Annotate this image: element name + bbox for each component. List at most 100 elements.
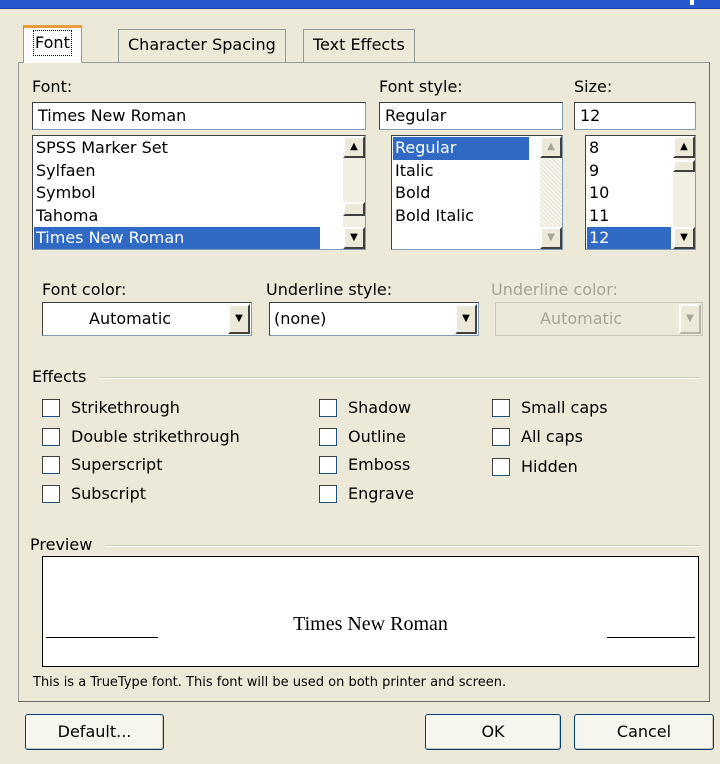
- font-list-item[interactable]: SPSS Marker Set: [34, 137, 320, 160]
- underline-style-label: Underline style:: [266, 280, 393, 299]
- subscript-label: Subscript: [71, 484, 147, 503]
- effects-divider: [99, 377, 699, 379]
- dropdown-arrow-icon: ▼: [679, 304, 701, 334]
- outline-checkbox[interactable]: Outline: [319, 427, 406, 446]
- size-list-item[interactable]: 10: [587, 182, 671, 205]
- tab-font[interactable]: Font: [23, 25, 82, 63]
- all-caps-checkbox[interactable]: All caps: [492, 427, 583, 446]
- double-strikethrough-checkbox[interactable]: Double strikethrough: [42, 427, 240, 446]
- outline-label: Outline: [348, 427, 406, 446]
- hidden-checkbox[interactable]: Hidden: [492, 457, 578, 476]
- scroll-thumb[interactable]: [673, 160, 695, 172]
- preview-left-rule: [46, 637, 158, 638]
- checkbox-box[interactable]: [319, 398, 337, 417]
- preview-label: Preview: [30, 535, 93, 554]
- dropdown-arrow-icon[interactable]: ▼: [455, 304, 477, 334]
- dropdown-arrow-icon[interactable]: ▼: [228, 304, 250, 334]
- size-list-scrollbar[interactable]: ▲ ▼: [673, 136, 695, 249]
- font-style-scrollbar: ▲ ▼: [540, 136, 562, 249]
- small-caps-label: Small caps: [521, 398, 608, 417]
- scroll-down-arrow-icon[interactable]: ▼: [343, 227, 365, 249]
- font-list-item[interactable]: Sylfaen: [34, 160, 320, 183]
- checkbox-box[interactable]: [319, 427, 337, 446]
- engrave-label: Engrave: [348, 484, 415, 503]
- subscript-checkbox[interactable]: Subscript: [42, 484, 146, 503]
- underline-color-dropdown: Automatic ▼: [495, 302, 703, 336]
- font-name-input[interactable]: Times New Roman: [32, 102, 366, 130]
- underline-style-dropdown[interactable]: (none) ▼: [269, 302, 479, 336]
- scroll-up-arrow-icon[interactable]: ▲: [343, 136, 365, 158]
- font-color-label: Font color:: [42, 280, 127, 299]
- underline-style-value: (none): [274, 309, 327, 328]
- scroll-down-arrow-icon: ▼: [540, 227, 562, 249]
- size-input[interactable]: 12: [574, 102, 696, 130]
- font-style-item-selected[interactable]: Regular: [393, 137, 529, 160]
- superscript-label: Superscript: [71, 455, 163, 474]
- cancel-button[interactable]: Cancel: [574, 714, 714, 750]
- double-strikethrough-label: Double strikethrough: [71, 427, 240, 446]
- checkbox-box[interactable]: [492, 398, 510, 417]
- size-list-item[interactable]: 8: [587, 137, 671, 160]
- checkbox-box[interactable]: [42, 484, 60, 503]
- font-listbox[interactable]: SPSS Marker Set Sylfaen Symbol Tahoma Ti…: [32, 135, 366, 250]
- font-style-item[interactable]: Bold Italic: [393, 205, 529, 228]
- scroll-thumb[interactable]: [343, 202, 365, 216]
- tab-character-spacing[interactable]: Character Spacing: [118, 29, 286, 62]
- shadow-label: Shadow: [348, 398, 412, 417]
- ok-button[interactable]: OK: [425, 714, 561, 750]
- checkbox-box[interactable]: [319, 484, 337, 503]
- tab-character-spacing-label: Character Spacing: [128, 35, 276, 54]
- preview-sample-text: Times New Roman: [293, 613, 448, 635]
- font-color-value: Automatic: [89, 309, 172, 328]
- size-label: Size:: [574, 77, 613, 96]
- underline-color-value: Automatic: [540, 309, 623, 328]
- superscript-checkbox[interactable]: Superscript: [42, 455, 162, 474]
- title-bar-control[interactable]: [690, 0, 694, 5]
- effects-group-label: Effects: [32, 367, 87, 386]
- scroll-up-arrow-icon[interactable]: ▲: [673, 136, 695, 158]
- checkbox-box[interactable]: [42, 427, 60, 446]
- emboss-label: Emboss: [348, 455, 411, 474]
- engrave-checkbox[interactable]: Engrave: [319, 484, 414, 503]
- tab-font-label: Font: [33, 30, 72, 56]
- shadow-checkbox[interactable]: Shadow: [319, 398, 411, 417]
- size-list-item[interactable]: 11: [587, 205, 671, 228]
- default-button[interactable]: Default...: [25, 714, 164, 750]
- checkbox-box[interactable]: [319, 455, 337, 474]
- truetype-footnote: This is a TrueType font. This font will …: [33, 675, 507, 690]
- font-tab-panel: Font: Times New Roman SPSS Marker Set Sy…: [18, 62, 710, 702]
- checkbox-box[interactable]: [492, 427, 510, 446]
- scroll-up-arrow-icon: ▲: [540, 136, 562, 158]
- tab-text-effects-label: Text Effects: [313, 35, 405, 54]
- checkbox-box[interactable]: [42, 455, 60, 474]
- size-list-item-selected[interactable]: 12: [587, 227, 671, 249]
- small-caps-checkbox[interactable]: Small caps: [492, 398, 608, 417]
- size-list-item[interactable]: 9: [587, 160, 671, 183]
- preview-right-rule: [607, 637, 695, 638]
- preview-divider: [105, 545, 699, 547]
- hidden-label: Hidden: [521, 457, 578, 476]
- checkbox-box[interactable]: [42, 398, 60, 417]
- strikethrough-label: Strikethrough: [71, 398, 180, 417]
- font-list-item[interactable]: Tahoma: [34, 205, 320, 228]
- font-list-item-selected[interactable]: Times New Roman: [34, 227, 320, 249]
- font-style-label: Font style:: [379, 77, 463, 96]
- font-style-item[interactable]: Bold: [393, 182, 529, 205]
- font-style-input[interactable]: Regular: [379, 102, 563, 130]
- scroll-down-arrow-icon[interactable]: ▼: [673, 227, 695, 249]
- strikethrough-checkbox[interactable]: Strikethrough: [42, 398, 180, 417]
- all-caps-label: All caps: [521, 427, 584, 446]
- font-style-item[interactable]: Italic: [393, 160, 529, 183]
- font-list-item[interactable]: Symbol: [34, 182, 320, 205]
- font-list-scrollbar[interactable]: ▲ ▼: [343, 136, 365, 249]
- emboss-checkbox[interactable]: Emboss: [319, 455, 410, 474]
- font-color-dropdown[interactable]: Automatic ▼: [42, 302, 252, 336]
- tab-text-effects[interactable]: Text Effects: [303, 29, 415, 62]
- preview-pane: Times New Roman: [42, 556, 699, 667]
- font-style-listbox[interactable]: Regular Italic Bold Bold Italic ▲ ▼: [391, 135, 563, 250]
- font-label: Font:: [32, 77, 73, 96]
- title-bar: [0, 0, 720, 9]
- size-listbox[interactable]: 8 9 10 11 12 ▲ ▼: [585, 135, 696, 250]
- checkbox-box[interactable]: [492, 457, 510, 476]
- underline-color-label: Underline color:: [491, 280, 618, 299]
